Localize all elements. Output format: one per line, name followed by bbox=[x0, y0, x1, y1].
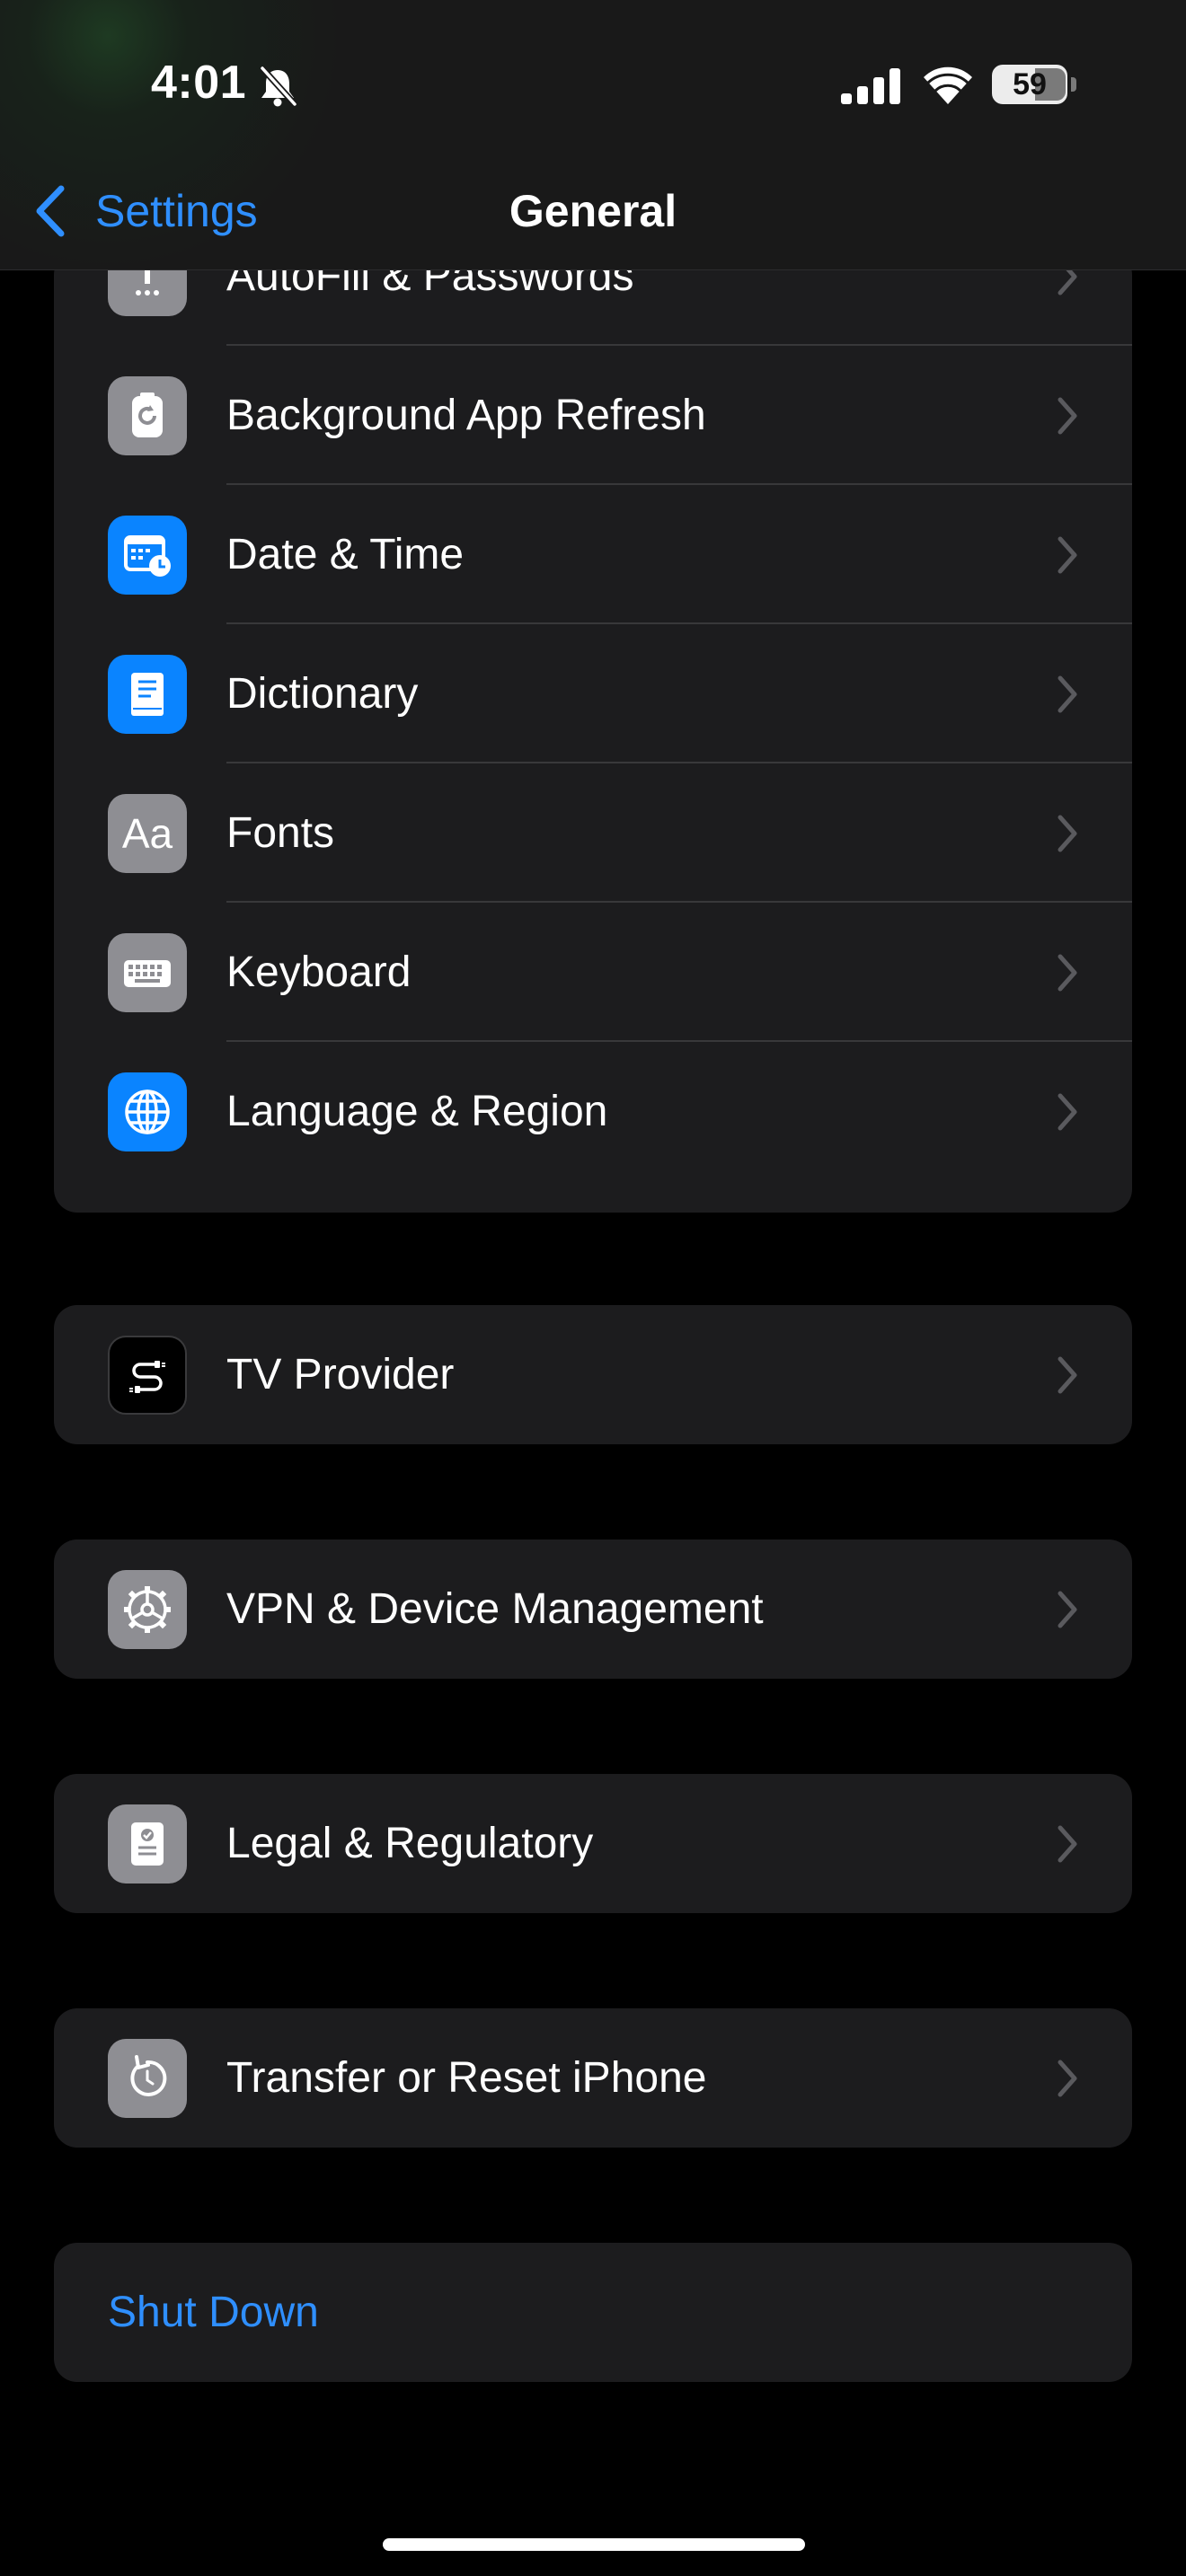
battery-icon: 59 bbox=[992, 65, 1067, 104]
row-transfer-reset-iphone[interactable]: Transfer or Reset iPhone bbox=[54, 2008, 1132, 2148]
chevron-right-icon bbox=[1058, 1356, 1077, 1394]
row-tv-provider[interactable]: TV Provider bbox=[54, 1305, 1132, 1444]
keyboard-icon bbox=[108, 933, 187, 1012]
shut-down-label: Shut Down bbox=[108, 2289, 319, 2336]
row-label: VPN & Device Management bbox=[226, 1585, 764, 1633]
battery-tip bbox=[1071, 77, 1076, 92]
settings-group-general-items: AutoFill & Passwords Background App Refr… bbox=[54, 251, 1132, 1213]
chevron-right-icon bbox=[1058, 1825, 1077, 1863]
wifi-icon bbox=[924, 66, 972, 104]
app-refresh-icon bbox=[108, 376, 187, 455]
chevron-right-icon bbox=[1058, 2060, 1077, 2097]
row-language-region[interactable]: Language & Region bbox=[54, 1042, 1132, 1181]
tv-provider-icon bbox=[108, 1336, 187, 1415]
row-label: Transfer or Reset iPhone bbox=[226, 2054, 707, 2102]
battery-level: 59 bbox=[1013, 67, 1047, 101]
status-time: 4:01 bbox=[151, 57, 247, 109]
row-label: TV Provider bbox=[226, 1351, 455, 1398]
shut-down-button[interactable]: Shut Down bbox=[54, 2243, 1132, 2382]
settings-group-legal: Legal & Regulatory bbox=[54, 1774, 1132, 1913]
fonts-icon-glyph: Aa bbox=[121, 810, 173, 857]
row-date-time[interactable]: Date & Time bbox=[54, 485, 1132, 624]
calendar-clock-icon bbox=[108, 516, 187, 595]
row-label: Language & Region bbox=[226, 1088, 608, 1135]
book-icon bbox=[108, 655, 187, 734]
row-keyboard[interactable]: Keyboard bbox=[54, 903, 1132, 1042]
gear-icon bbox=[108, 1570, 187, 1649]
row-vpn-device-management[interactable]: VPN & Device Management bbox=[54, 1539, 1132, 1679]
row-legal-regulatory[interactable]: Legal & Regulatory bbox=[54, 1774, 1132, 1913]
fonts-icon: Aa bbox=[108, 794, 187, 873]
shut-down-group: Shut Down bbox=[54, 2243, 1132, 2382]
settings-group-transfer-reset: Transfer or Reset iPhone bbox=[54, 2008, 1132, 2148]
chevron-right-icon bbox=[1058, 1591, 1077, 1628]
chevron-right-icon bbox=[1058, 1093, 1077, 1131]
row-label: Dictionary bbox=[226, 670, 419, 718]
row-label: Background App Refresh bbox=[226, 392, 706, 439]
chevron-right-icon bbox=[1058, 675, 1077, 713]
row-label: Legal & Regulatory bbox=[226, 1820, 594, 1867]
navigation-header: 4:01 59 Settings General bbox=[0, 0, 1186, 270]
bell-slash-icon bbox=[260, 66, 297, 107]
row-fonts[interactable]: Aa Fonts bbox=[54, 763, 1132, 903]
row-background-app-refresh[interactable]: Background App Refresh bbox=[54, 346, 1132, 485]
page-title: General bbox=[509, 186, 677, 236]
row-label: Date & Time bbox=[226, 531, 465, 578]
settings-group-vpn: VPN & Device Management bbox=[54, 1539, 1132, 1679]
row-dictionary[interactable]: Dictionary bbox=[54, 624, 1132, 763]
row-label: Keyboard bbox=[226, 948, 412, 996]
settings-group-tv-provider: TV Provider bbox=[54, 1305, 1132, 1444]
reset-icon bbox=[108, 2039, 187, 2118]
chevron-right-icon bbox=[1058, 815, 1077, 852]
chevron-right-icon bbox=[1058, 954, 1077, 992]
cellular-signal-icon bbox=[841, 68, 900, 104]
chevron-right-icon bbox=[1058, 397, 1077, 435]
certificate-icon bbox=[108, 1804, 187, 1883]
chevron-right-icon bbox=[1058, 536, 1077, 574]
home-indicator[interactable] bbox=[383, 2538, 805, 2551]
globe-icon bbox=[108, 1072, 187, 1151]
row-label: Fonts bbox=[226, 809, 335, 857]
